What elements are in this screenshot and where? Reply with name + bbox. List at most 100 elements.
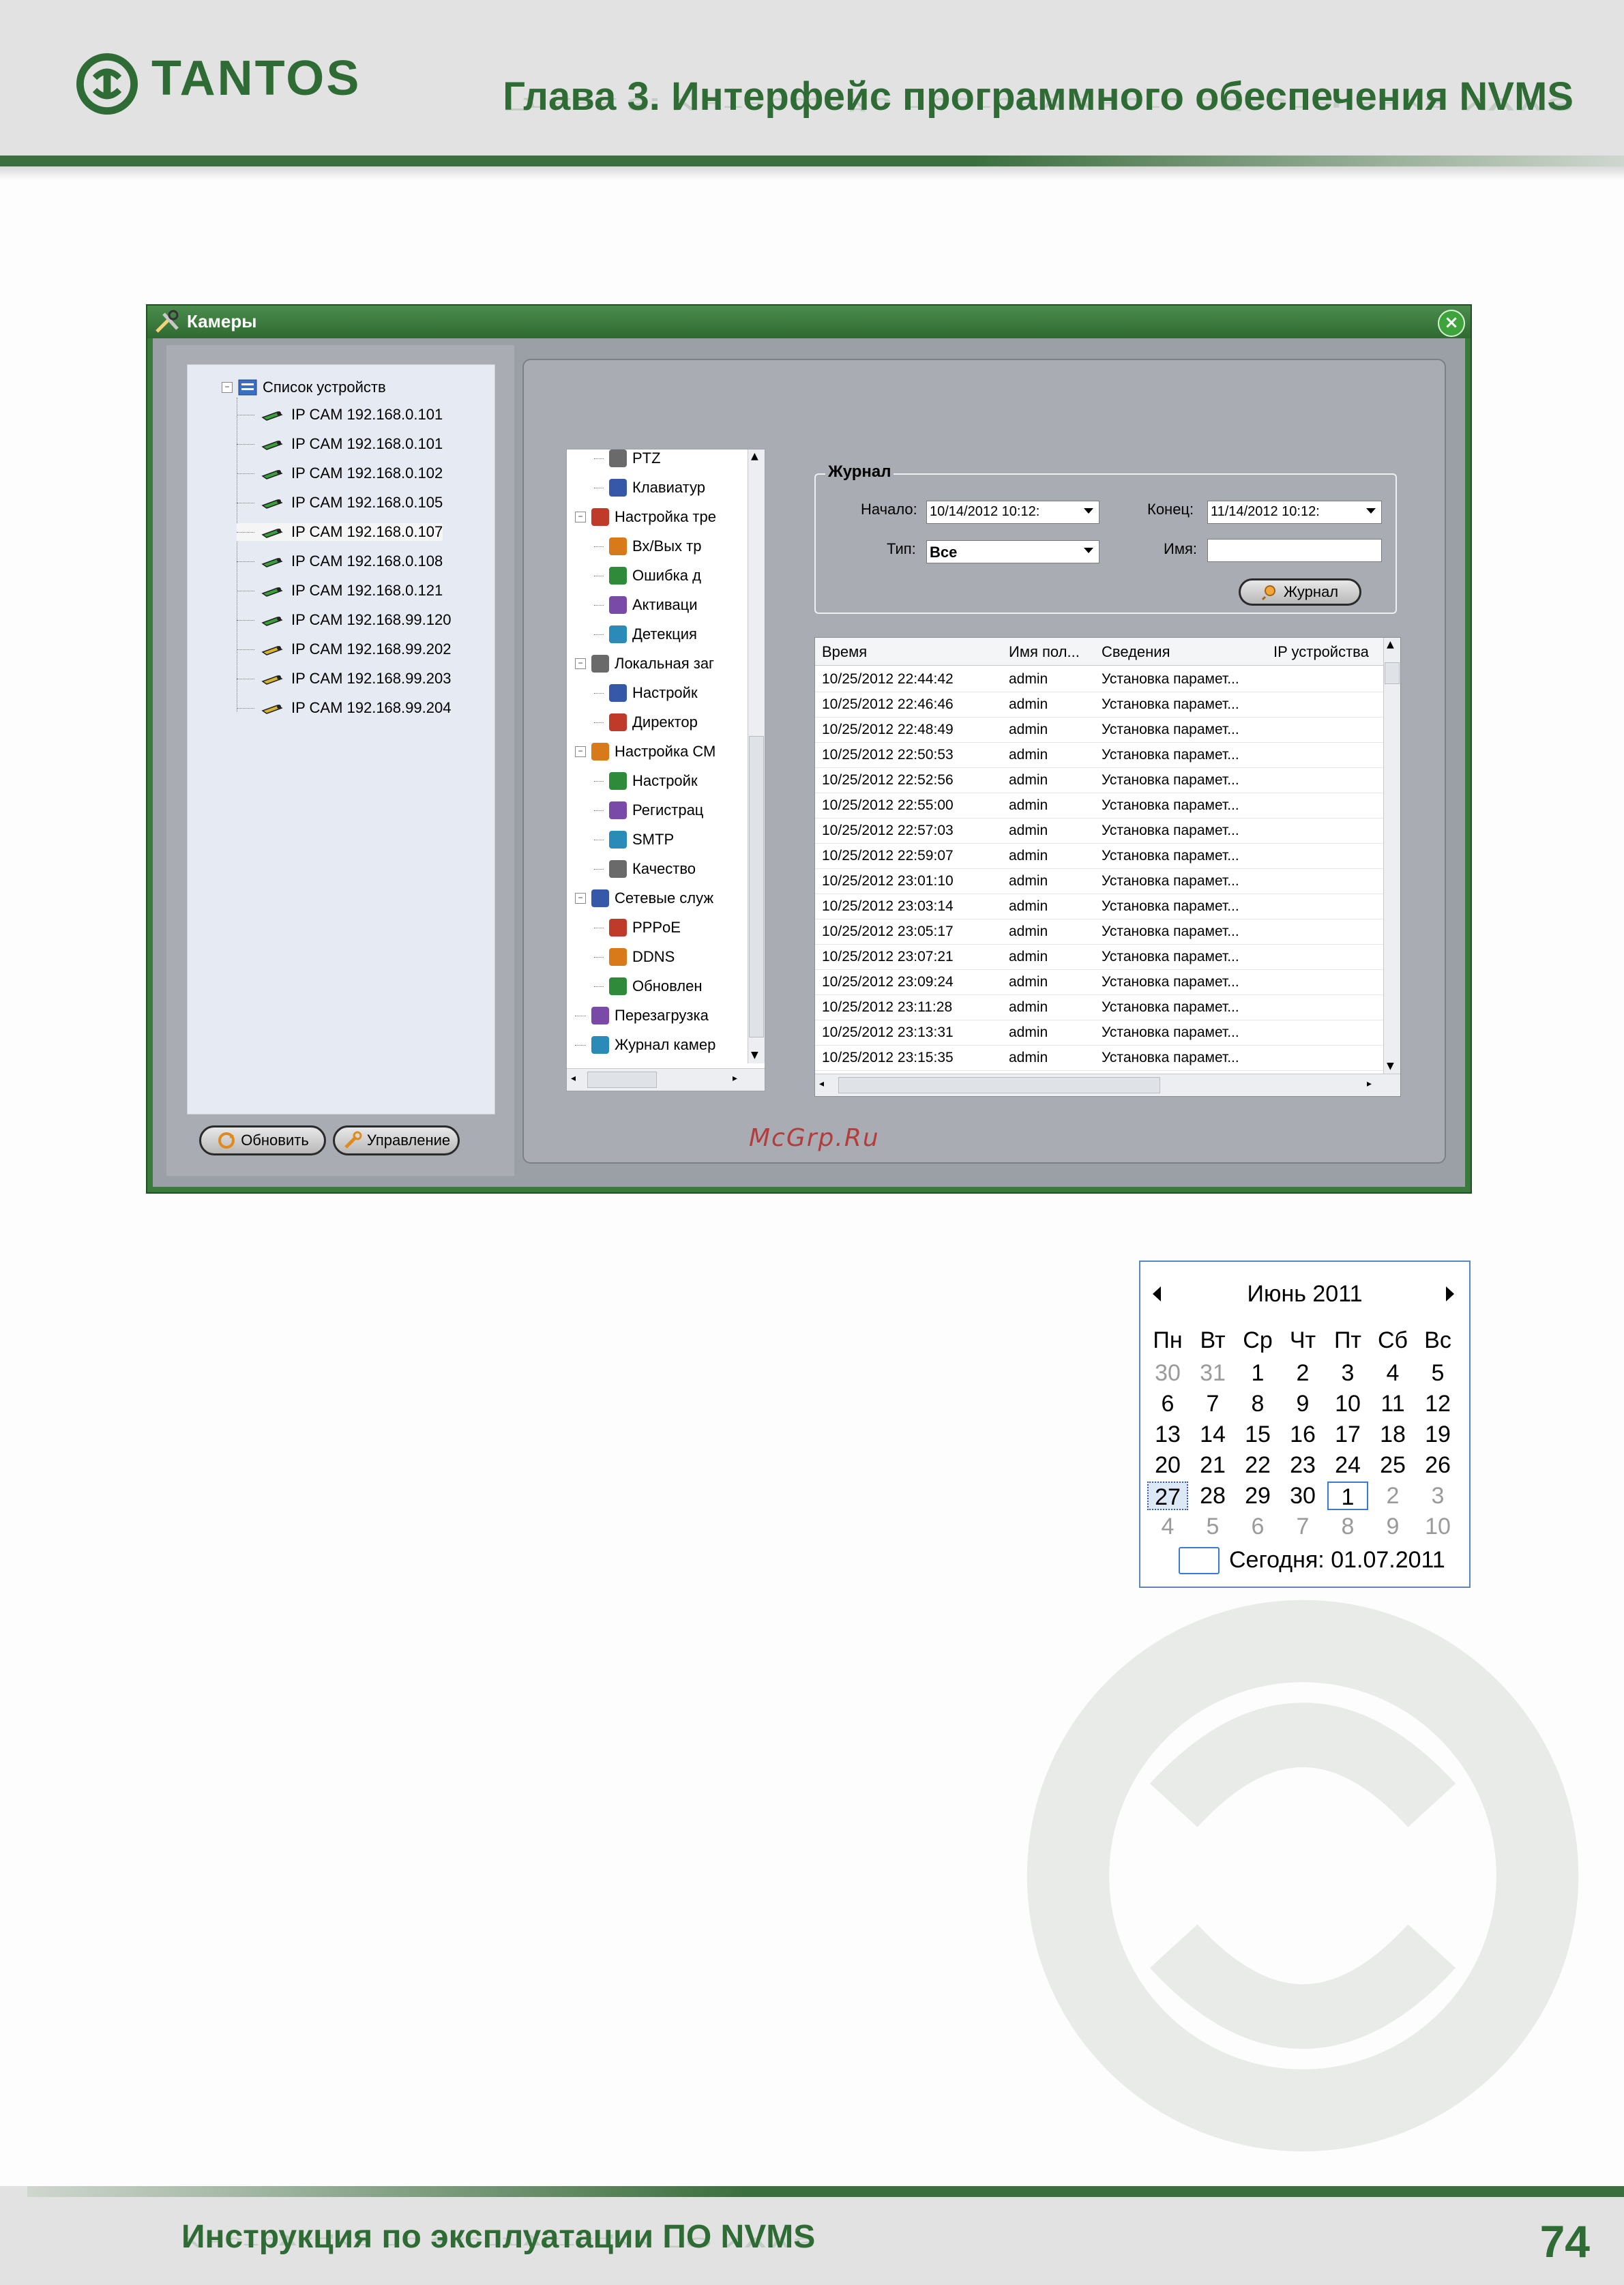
refresh-button[interactable]: Обновить (199, 1125, 326, 1155)
menu-item[interactable]: Ошибка д (594, 567, 701, 585)
today-link[interactable]: Сегодня: 01.07.2011 (1229, 1547, 1445, 1574)
calendar-day[interactable]: 4 (1372, 1359, 1413, 1387)
menu-item[interactable]: Директор (594, 713, 698, 731)
table-row[interactable]: 10/25/2012 22:50:53 admin Установка параме… (815, 742, 1384, 768)
menu-group[interactable]: − Настройка СМ (575, 743, 715, 761)
calendar-day[interactable]: 27 (1147, 1481, 1188, 1510)
menu-item[interactable]: PPPoE (594, 919, 681, 937)
calendar-day[interactable]: 31 (1192, 1359, 1233, 1387)
calendar-day[interactable]: 6 (1237, 1512, 1278, 1541)
calendar-day[interactable]: 17 (1327, 1420, 1368, 1449)
table-row[interactable]: 10/25/2012 23:11:28 admin Установка параме… (815, 994, 1384, 1020)
table-row[interactable]: 10/25/2012 22:52:56 admin Установка параме… (815, 767, 1384, 793)
calendar-day[interactable]: 26 (1417, 1451, 1458, 1479)
device-item[interactable]: IP CAM 192.168.0.105 (237, 494, 443, 512)
table-row[interactable]: 10/25/2012 22:48:49 admin Установка параме… (815, 717, 1384, 743)
table-row[interactable]: 10/25/2012 22:46:46 admin Установка параме… (815, 692, 1384, 718)
close-button[interactable]: × (1438, 310, 1465, 337)
device-item[interactable]: IP CAM 192.168.99.203 (237, 670, 451, 688)
calendar-day[interactable]: 28 (1192, 1481, 1233, 1510)
menu-item[interactable]: PTZ (594, 449, 661, 467)
calendar-day[interactable]: 25 (1372, 1451, 1413, 1479)
calendar-day[interactable]: 7 (1282, 1512, 1323, 1541)
manage-button[interactable]: Управление (333, 1125, 460, 1155)
calendar-day[interactable]: 24 (1327, 1451, 1368, 1479)
device-item[interactable]: IP CAM 192.168.0.102 (237, 465, 443, 482)
calendar-day[interactable]: 2 (1372, 1481, 1413, 1510)
table-row[interactable]: 10/25/2012 22:59:07 admin Установка параме… (815, 843, 1384, 869)
device-item[interactable]: IP CAM 192.168.0.107 (237, 523, 443, 541)
menu-item[interactable]: Настройк (594, 684, 698, 702)
table-row[interactable]: 10/25/2012 23:01:10 admin Установка параме… (815, 868, 1384, 894)
window-titlebar[interactable]: Камеры × (147, 306, 1471, 338)
calendar-day[interactable]: 30 (1282, 1481, 1323, 1510)
device-item[interactable]: IP CAM 192.168.99.202 (237, 640, 451, 658)
next-month-icon[interactable] (1446, 1286, 1454, 1301)
device-item[interactable]: IP CAM 192.168.0.121 (237, 582, 443, 600)
device-item[interactable]: IP CAM 192.168.0.108 (237, 552, 443, 570)
device-item[interactable]: IP CAM 192.168.99.204 (237, 699, 451, 717)
calendar-day[interactable]: 9 (1282, 1389, 1323, 1418)
table-row[interactable]: 10/25/2012 23:13:31 admin Установка параме… (815, 1020, 1384, 1046)
end-date-picker[interactable]: 11/14/2012 10:12: (1207, 501, 1382, 524)
menu-item[interactable]: Вх/Вых тр (594, 537, 701, 555)
menu-group[interactable]: Журнал камер (575, 1036, 715, 1054)
column-header-details[interactable]: Сведения (1102, 643, 1265, 661)
menu-item[interactable]: Обновлен (594, 977, 703, 995)
calendar-day[interactable]: 12 (1417, 1389, 1458, 1418)
collapse-icon[interactable]: − (575, 512, 586, 522)
column-header-time[interactable]: Время (822, 643, 999, 661)
start-date-picker[interactable]: 10/14/2012 10:12: (926, 501, 1099, 524)
calendar-day[interactable]: 8 (1237, 1389, 1278, 1418)
calendar-day[interactable]: 15 (1237, 1420, 1278, 1449)
name-input[interactable] (1207, 539, 1382, 562)
table-row[interactable]: 10/25/2012 23:09:24 admin Установка параме… (815, 969, 1384, 995)
menu-item[interactable]: Детекция (594, 625, 697, 643)
calendar-day[interactable]: 18 (1372, 1420, 1413, 1449)
table-row[interactable]: 10/25/2012 23:03:14 admin Установка параме… (815, 894, 1384, 919)
journal-button[interactable]: Журнал (1239, 578, 1361, 606)
calendar-day[interactable]: 10 (1327, 1389, 1368, 1418)
menu-vertical-scrollbar[interactable]: ▲ ▼ (748, 449, 765, 1063)
device-item[interactable]: IP CAM 192.168.0.101 (237, 406, 443, 424)
calendar-day[interactable]: 23 (1282, 1451, 1323, 1479)
log-horizontal-scrollbar[interactable]: ◂ ▸ (815, 1074, 1400, 1096)
device-tree-root[interactable]: − Список устройств (222, 379, 386, 396)
chevron-down-icon[interactable] (1084, 548, 1093, 553)
calendar-day[interactable]: 1 (1237, 1359, 1278, 1387)
menu-item[interactable]: Настройк (594, 772, 698, 790)
calendar-day[interactable]: 20 (1147, 1451, 1188, 1479)
calendar-day[interactable]: 16 (1282, 1420, 1323, 1449)
calendar-day[interactable]: 13 (1147, 1420, 1188, 1449)
menu-group[interactable]: Перезагрузка (575, 1007, 709, 1024)
collapse-icon[interactable]: − (575, 658, 586, 669)
table-row[interactable]: 10/25/2012 22:55:00 admin Установка параме… (815, 793, 1384, 819)
menu-item[interactable]: Клавиатур (594, 479, 705, 497)
menu-group[interactable]: − Сетевые служ (575, 889, 713, 907)
calendar-day[interactable]: 9 (1372, 1512, 1413, 1541)
calendar-day[interactable]: 3 (1417, 1481, 1458, 1510)
table-row[interactable]: 10/25/2012 22:57:03 admin Установка параме… (815, 818, 1384, 844)
column-header-user[interactable]: Имя пол... (1009, 643, 1091, 661)
collapse-icon[interactable]: − (222, 382, 233, 393)
calendar-day[interactable]: 14 (1192, 1420, 1233, 1449)
chevron-down-icon[interactable] (1366, 508, 1376, 514)
calendar-day[interactable]: 2 (1282, 1359, 1323, 1387)
calendar-day[interactable]: 5 (1192, 1512, 1233, 1541)
menu-item[interactable]: Активаци (594, 596, 697, 614)
calendar-day[interactable]: 7 (1192, 1389, 1233, 1418)
menu-group[interactable]: − Локальная заг (575, 655, 714, 673)
menu-item[interactable]: DDNS (594, 948, 675, 966)
type-select[interactable]: Все (926, 540, 1099, 563)
table-row[interactable]: 10/25/2012 22:44:42 admin Установка параме… (815, 666, 1384, 692)
calendar-day[interactable]: 30 (1147, 1359, 1188, 1387)
collapse-icon[interactable]: − (575, 746, 586, 757)
calendar-day[interactable]: 11 (1372, 1389, 1413, 1418)
calendar-day[interactable]: 4 (1147, 1512, 1188, 1541)
table-row[interactable]: 10/25/2012 23:07:21 admin Установка параме… (815, 944, 1384, 970)
menu-horizontal-scrollbar[interactable]: ◂ ▸ (567, 1068, 765, 1091)
calendar-day[interactable]: 21 (1192, 1451, 1233, 1479)
calendar-month-label[interactable]: Июнь 2011 (1140, 1281, 1469, 1308)
table-row[interactable]: 10/25/2012 23:05:17 admin Установка параме… (815, 919, 1384, 945)
menu-item[interactable]: SMTP (594, 831, 674, 849)
